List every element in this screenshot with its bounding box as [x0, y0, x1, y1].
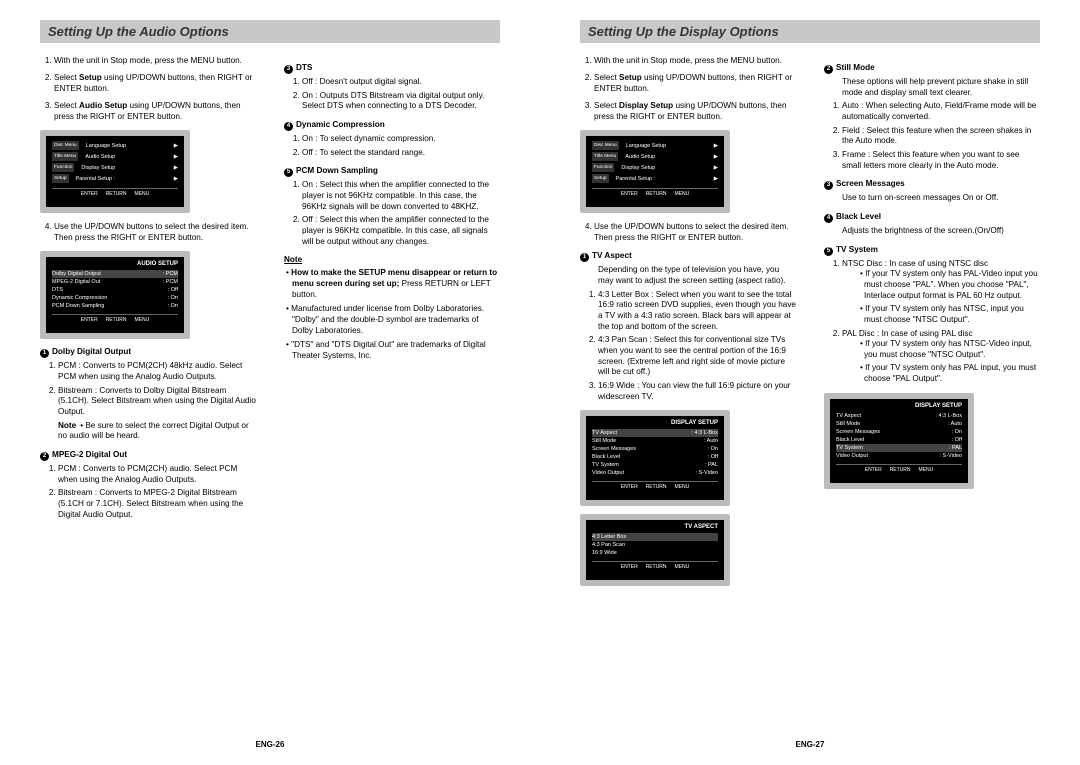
note-bullet: Manufactured under license from Dolby La…: [284, 304, 500, 336]
page-number-right: ENG-27: [580, 740, 1040, 749]
step: Select Setup using UP/DOWN buttons, then…: [594, 72, 796, 94]
option-heading: 2MPEG-2 Digital Out: [40, 450, 256, 461]
option-sub: PCM : Converts to PCM(2CH) audio. Select…: [58, 464, 256, 485]
option-sub: On : Outputs DTS Bitstream via digital o…: [302, 91, 500, 112]
option-sub: Off : Doesn't output digital signal.: [302, 77, 500, 88]
note-heading: Note: [284, 255, 500, 264]
option-heading: 3DTS: [284, 63, 500, 74]
step: Use the UP/DOWN buttons to select the de…: [54, 221, 256, 243]
page-right: Setting Up the Display Options With the …: [540, 0, 1080, 765]
right-col-1: With the unit in Stop mode, press the ME…: [580, 55, 796, 594]
option-subbullet: • If your TV system only has NTSC, input…: [842, 304, 1040, 325]
option-sub: Frame : Select this feature when you wan…: [842, 150, 1040, 171]
option-heading: 4Dynamic Compression: [284, 120, 500, 131]
option-sub: NTSC Disc : In case of using NTSC disc• …: [842, 259, 1040, 326]
left-col-1: With the unit in Stop mode, press the ME…: [40, 55, 256, 523]
option-heading: 1TV Aspect: [580, 251, 796, 262]
option-subbullet: • If your TV system only has PAL input, …: [842, 363, 1040, 384]
page-header-right: Setting Up the Display Options: [580, 20, 1040, 43]
note-bullet: "DTS" and "DTS Digital Out" are trademar…: [284, 340, 500, 361]
option-intro: These options will help prevent picture …: [824, 77, 1040, 98]
option-subbullet: • If your TV system only has NTSC-Video …: [842, 339, 1040, 360]
option-intro: Depending on the type of television you …: [580, 265, 796, 286]
step: Select Display Setup using UP/DOWN butto…: [594, 100, 796, 122]
step: Select Setup using UP/DOWN buttons, then…: [54, 72, 256, 94]
option-heading: 5TV System: [824, 245, 1040, 256]
option-heading: 4Black Level: [824, 212, 1040, 223]
option-heading: 5PCM Down Sampling: [284, 166, 500, 177]
step: With the unit in Stop mode, press the ME…: [54, 55, 256, 66]
left-col-2: 3DTS Off : Doesn't output digital signal.…: [284, 55, 500, 523]
option-sub: Auto : When selecting Auto, Field/Frame …: [842, 101, 1040, 122]
screenshot-menu-display: Disc MenuLanguage Setup▶Title MenuAudio …: [580, 130, 730, 213]
step: With the unit in Stop mode, press the ME…: [594, 55, 796, 66]
option-sub: 16:9 Wide : You can view the full 16:9 p…: [598, 381, 796, 402]
screenshot-menu-audio: Disc MenuLanguage Setup▶Title MenuAudio …: [40, 130, 190, 213]
option-sub: Bitstream : Converts to Dolby Digital Bi…: [58, 386, 256, 418]
step: Use the UP/DOWN buttons to select the de…: [594, 221, 796, 243]
option-sub: On : Select this when the amplifier conn…: [302, 180, 500, 212]
option-heading: 1Dolby Digital Output: [40, 347, 256, 358]
option-sub: Off : To select the standard range.: [302, 148, 500, 159]
option-subbullet: • If your TV system only has PAL-Video i…: [842, 269, 1040, 301]
page-left: Setting Up the Audio Options With the un…: [0, 0, 540, 765]
option-sub: PAL Disc : In case of using PAL disc• If…: [842, 329, 1040, 385]
option-heading: 2Still Mode: [824, 63, 1040, 74]
option-sub: PCM : Converts to PCM(2CH) 48kHz audio. …: [58, 361, 256, 382]
option-sub: Field : Select this feature when the scr…: [842, 126, 1040, 147]
note-bullet: How to make the SETUP menu disappear or …: [284, 268, 500, 300]
page-header-left: Setting Up the Audio Options: [40, 20, 500, 43]
option-sub: 4:3 Letter Box : Select when you want to…: [598, 290, 796, 333]
screenshot-tv-aspect: TV ASPECT4:3 Letter Box4:3 Pan Scan16:9 …: [580, 514, 730, 586]
right-col-2: 2Still Mode These options will help preve…: [824, 55, 1040, 594]
option-intro: Use to turn on-screen messages On or Off…: [824, 193, 1040, 204]
page-number-left: ENG-26: [40, 740, 500, 749]
option-sub: On : To select dynamic compression.: [302, 134, 500, 145]
option-intro: Adjusts the brightness of the screen.(On…: [824, 226, 1040, 237]
option-sub: Off : Select this when the amplifier con…: [302, 215, 500, 247]
item-note: Note• Be sure to select the correct Digi…: [40, 421, 256, 442]
screenshot-display-setup-2: DISPLAY SETUPTV Aspect: 4:3 L-BoxStill M…: [824, 393, 974, 489]
option-heading: 3Screen Messages: [824, 179, 1040, 190]
screenshot-audio-setup: AUDIO SETUPDolby Digital Output: PCMMPEG…: [40, 251, 190, 339]
option-sub: 4:3 Pan Scan : Select this for conventio…: [598, 335, 796, 378]
option-sub: Bitstream : Converts to MPEG-2 Digital B…: [58, 488, 256, 520]
screenshot-display-setup: DISPLAY SETUPTV Aspect: 4:3 L-BoxStill M…: [580, 410, 730, 506]
step: Select Audio Setup using UP/DOWN buttons…: [54, 100, 256, 122]
